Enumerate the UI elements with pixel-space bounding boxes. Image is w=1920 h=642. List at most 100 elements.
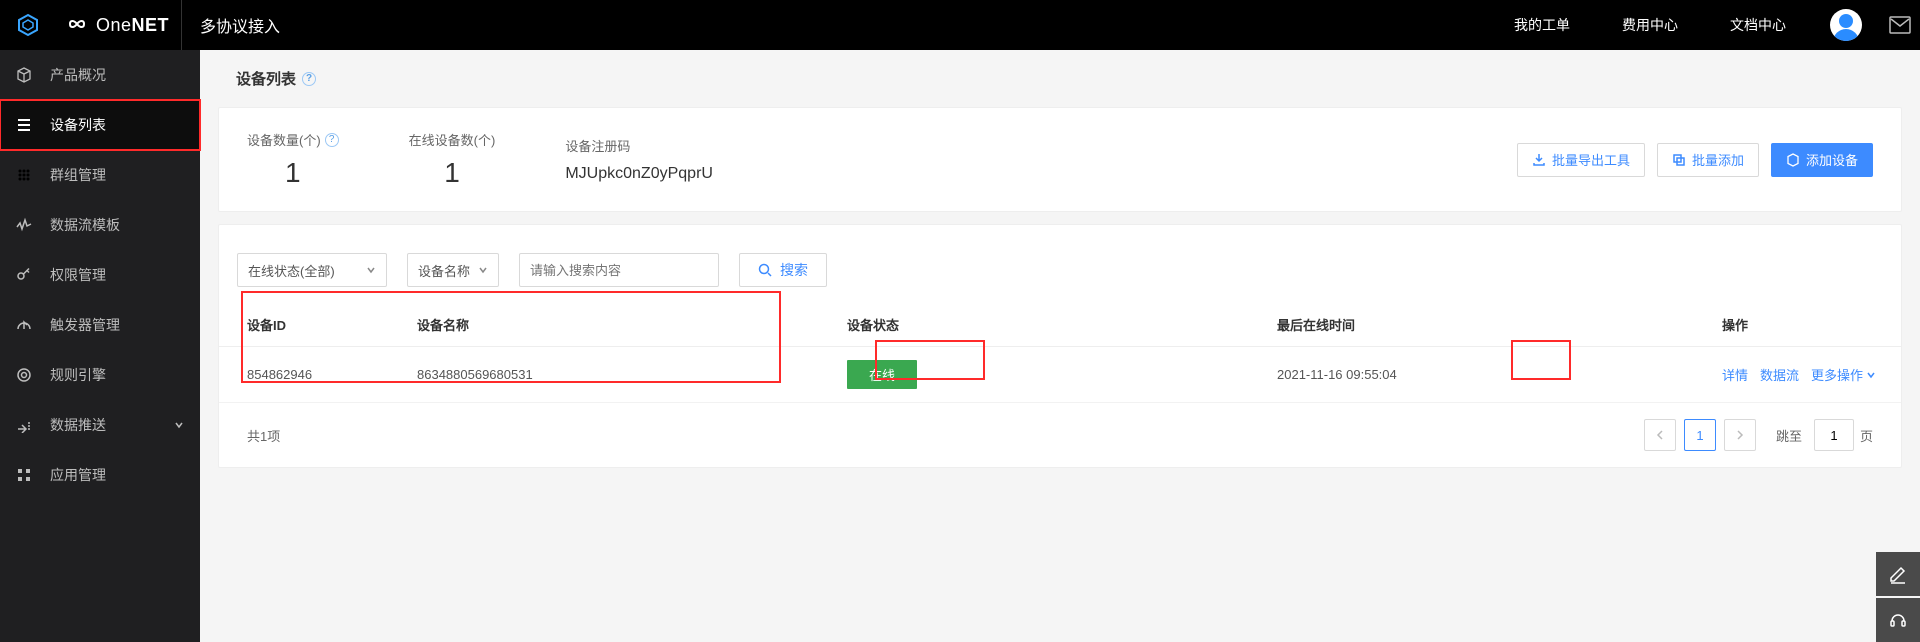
search-bar: 在线状态(全部) 设备名称 搜索 bbox=[219, 237, 1901, 303]
target-icon bbox=[16, 367, 38, 383]
nav-my-tickets[interactable]: 我的工单 bbox=[1514, 15, 1570, 35]
main: 设备列表 ? 设备数量(个)? 1 在线设备数(个) 1 设备注册码 MJUpk… bbox=[200, 50, 1920, 642]
hexagon-icon bbox=[16, 13, 40, 37]
pager-jump-prefix: 跳至 bbox=[1776, 426, 1802, 445]
sidebar-item-label: 规则引擎 bbox=[50, 365, 106, 385]
headset-icon bbox=[1888, 610, 1908, 630]
stat-value: MJUpkc0nZ0yPqprU bbox=[565, 165, 713, 183]
th-status: 设备状态 bbox=[847, 315, 1277, 334]
support-tool[interactable] bbox=[1876, 598, 1920, 642]
sidebar-item-label: 设备列表 bbox=[50, 115, 106, 135]
brand-infinity-icon bbox=[64, 16, 90, 35]
op-detail[interactable]: 详情 bbox=[1722, 365, 1748, 384]
topbar: OneNET 多协议接入 我的工单 费用中心 文档中心 bbox=[0, 0, 1920, 50]
th-id: 设备ID bbox=[247, 315, 417, 334]
key-icon bbox=[16, 267, 38, 283]
search-button[interactable]: 搜索 bbox=[739, 253, 827, 287]
table-row: 854862946 8634880569680531 在线 2021-11-16… bbox=[219, 347, 1901, 403]
device-table-card: 在线状态(全部) 设备名称 搜索 设备ID 设备名称 设备状态 最后在线时间 操… bbox=[218, 224, 1902, 468]
export-icon bbox=[1532, 153, 1546, 167]
sidebar-item-label: 数据流模板 bbox=[50, 215, 120, 235]
wave-icon bbox=[16, 217, 38, 233]
stat-label: 在线设备数(个) bbox=[409, 130, 496, 149]
batch-add-button[interactable]: 批量添加 bbox=[1657, 143, 1759, 177]
search-icon bbox=[758, 263, 772, 277]
page-title-text: 设备列表 bbox=[236, 68, 296, 89]
cube-icon bbox=[16, 67, 38, 83]
brand[interactable]: OneNET bbox=[56, 0, 182, 50]
chevron-down-icon bbox=[366, 265, 376, 275]
pager: 共1项 1 跳至 页 bbox=[219, 403, 1901, 467]
page-title: 设备列表 ? bbox=[236, 68, 1902, 89]
pager-total: 共1项 bbox=[247, 426, 280, 445]
sidebar-item-groups[interactable]: 群组管理 bbox=[0, 150, 200, 200]
cell-ops: 详情 数据流 更多操作 bbox=[1717, 365, 1920, 384]
nav-docs[interactable]: 文档中心 bbox=[1730, 15, 1786, 35]
cell-name: 8634880569680531 bbox=[417, 367, 847, 382]
sidebar-item-label: 产品概况 bbox=[50, 65, 106, 85]
pager-next[interactable] bbox=[1724, 419, 1756, 451]
stat-online-count: 在线设备数(个) 1 bbox=[409, 130, 496, 189]
pager-jump-suffix: 页 bbox=[1860, 426, 1873, 445]
table-head: 设备ID 设备名称 设备状态 最后在线时间 操作 bbox=[219, 303, 1901, 347]
button-label: 添加设备 bbox=[1806, 150, 1858, 169]
stat-device-count: 设备数量(个)? 1 bbox=[247, 130, 339, 189]
sidebar-item-label: 权限管理 bbox=[50, 265, 106, 285]
sidebar-item-triggers[interactable]: 触发器管理 bbox=[0, 300, 200, 350]
stat-label: 设备注册码 bbox=[565, 136, 630, 155]
stat-value: 1 bbox=[247, 157, 339, 189]
help-icon[interactable]: ? bbox=[325, 133, 339, 147]
sidebar-item-permissions[interactable]: 权限管理 bbox=[0, 250, 200, 300]
button-label: 批量导出工具 bbox=[1552, 150, 1630, 169]
sidebar-item-push[interactable]: 数据推送 bbox=[0, 400, 200, 450]
sidebar-item-datastream[interactable]: 数据流模板 bbox=[0, 200, 200, 250]
search-field-select[interactable]: 设备名称 bbox=[407, 253, 499, 287]
copy-icon bbox=[1672, 153, 1686, 167]
button-label: 批量添加 bbox=[1692, 150, 1744, 169]
op-more[interactable]: 更多操作 bbox=[1811, 365, 1876, 384]
op-datastream[interactable]: 数据流 bbox=[1760, 365, 1799, 384]
pager-prev[interactable] bbox=[1644, 419, 1676, 451]
cell-id: 854862946 bbox=[247, 367, 417, 382]
sidebar-item-overview[interactable]: 产品概况 bbox=[0, 50, 200, 100]
edit-tool[interactable] bbox=[1876, 552, 1920, 596]
stats-card: 设备数量(个)? 1 在线设备数(个) 1 设备注册码 MJUpkc0nZ0yP… bbox=[218, 107, 1902, 212]
op-more-label: 更多操作 bbox=[1811, 365, 1863, 384]
sidebar-item-label: 触发器管理 bbox=[50, 315, 120, 335]
grid-icon bbox=[16, 167, 38, 183]
help-icon[interactable]: ? bbox=[302, 72, 316, 86]
sidebar-item-apps[interactable]: 应用管理 bbox=[0, 450, 200, 500]
status-badge: 在线 bbox=[847, 360, 917, 389]
select-value: 在线状态(全部) bbox=[248, 261, 335, 280]
trigger-icon bbox=[16, 317, 38, 333]
stat-value: 1 bbox=[409, 157, 496, 189]
search-input[interactable] bbox=[519, 253, 719, 287]
stat-label: 设备数量(个) bbox=[247, 130, 321, 149]
sidebar-item-devices[interactable]: 设备列表 bbox=[0, 100, 200, 150]
th-ops: 操作 bbox=[1717, 315, 1920, 334]
sidebar-item-rules[interactable]: 规则引擎 bbox=[0, 350, 200, 400]
status-select[interactable]: 在线状态(全部) bbox=[237, 253, 387, 287]
nav-billing[interactable]: 费用中心 bbox=[1622, 15, 1678, 35]
cube-add-icon bbox=[1786, 153, 1800, 167]
stat-reg-code: 设备注册码 MJUpkc0nZ0yPqprU bbox=[565, 136, 713, 183]
messages-icon[interactable] bbox=[1880, 0, 1920, 50]
th-name: 设备名称 bbox=[417, 315, 847, 334]
chevron-down-icon bbox=[174, 417, 184, 433]
th-last-online: 最后在线时间 bbox=[1277, 315, 1717, 334]
sidebar-item-label: 数据推送 bbox=[50, 415, 106, 435]
product-title: 多协议接入 bbox=[182, 13, 280, 37]
float-tools bbox=[1876, 550, 1920, 642]
pencil-icon bbox=[1888, 564, 1908, 584]
brand-text: OneNET bbox=[96, 15, 169, 36]
cell-last-online: 2021-11-16 09:55:04 bbox=[1277, 367, 1717, 382]
select-value: 设备名称 bbox=[418, 261, 470, 280]
list-icon bbox=[16, 117, 38, 133]
user-avatar[interactable] bbox=[1830, 9, 1862, 41]
product-logo-hex[interactable] bbox=[0, 0, 56, 50]
pager-page-1[interactable]: 1 bbox=[1684, 419, 1716, 451]
add-device-button[interactable]: 添加设备 bbox=[1771, 143, 1873, 177]
pager-jump-input[interactable] bbox=[1814, 419, 1854, 451]
export-button[interactable]: 批量导出工具 bbox=[1517, 143, 1645, 177]
chevron-down-icon bbox=[1866, 370, 1876, 380]
